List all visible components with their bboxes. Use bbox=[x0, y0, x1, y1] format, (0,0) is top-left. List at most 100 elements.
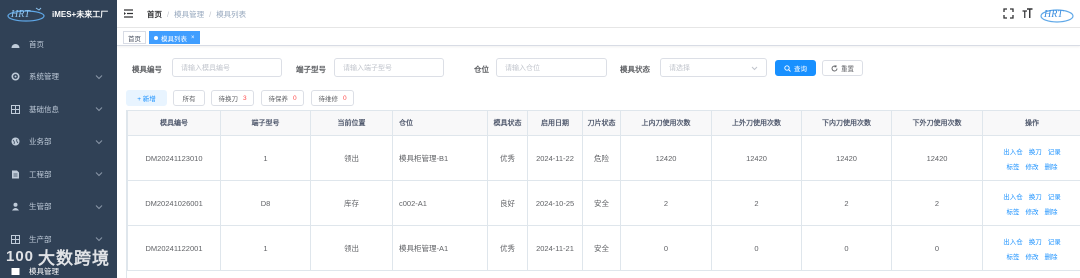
mold-no-label: 模具编号 bbox=[132, 65, 162, 74]
filter-all-label: 所有 bbox=[182, 96, 196, 103]
sidebar-item-production-control[interactable]: 生管部 bbox=[0, 191, 117, 224]
terminal-placeholder: 请输入端子型号 bbox=[343, 64, 392, 72]
breadcrumb: 首页 / 模具管理 / 模具列表 bbox=[147, 9, 246, 20]
op-change-knife-link[interactable]: 换刀 bbox=[1029, 191, 1042, 201]
svg-text:HRT: HRT bbox=[10, 9, 31, 20]
sidebar-item-label: 系统管理 bbox=[29, 72, 59, 82]
cell-date: 2024-10-25 bbox=[527, 180, 583, 226]
chevron-down-icon bbox=[95, 237, 103, 242]
globe-icon bbox=[10, 137, 20, 147]
column-header: 仓位 bbox=[392, 110, 488, 136]
mold-no-input[interactable]: 请输入模具编号 bbox=[172, 58, 282, 77]
sidebar-item-basic[interactable]: 基础信息 bbox=[0, 93, 117, 126]
cell-upper-inner: 2 bbox=[620, 180, 712, 226]
avatar-logo-text: HRT bbox=[1043, 9, 1064, 20]
column-header: 上内刀使用次数 bbox=[620, 110, 712, 136]
op-record-link[interactable]: 记录 bbox=[1048, 146, 1061, 156]
mold-no-placeholder: 请输入模具编号 bbox=[181, 64, 230, 72]
status-select[interactable]: 请选择 bbox=[660, 58, 767, 77]
breadcrumb-home[interactable]: 首页 bbox=[147, 9, 162, 20]
watermark-logo-icon: 100 bbox=[6, 248, 35, 265]
person-icon bbox=[10, 202, 20, 212]
op-delete-link[interactable]: 删除 bbox=[1045, 206, 1058, 216]
active-dot-icon bbox=[154, 35, 158, 40]
sidebar-item-home[interactable]: 首页 bbox=[0, 28, 117, 61]
column-header: 上外刀使用次数 bbox=[711, 110, 802, 136]
filter-pending-knife-button[interactable]: 待换刀 3 bbox=[211, 90, 254, 106]
tag-label: 模具列表 bbox=[161, 35, 187, 43]
avatar[interactable]: HRT bbox=[1039, 3, 1075, 25]
header: 首页 / 模具管理 / 模具列表 HRT bbox=[117, 0, 1080, 28]
column-header: 端子型号 bbox=[220, 110, 311, 136]
op-edit-link[interactable]: 修改 bbox=[1026, 206, 1039, 216]
refresh-icon bbox=[831, 64, 838, 71]
chevron-down-icon bbox=[95, 107, 103, 112]
op-edit-link[interactable]: 修改 bbox=[1026, 251, 1039, 261]
filter-pending-knife-label: 待换刀 bbox=[218, 96, 238, 103]
search-icon bbox=[784, 64, 791, 72]
app-title: iMES+未来工厂 bbox=[52, 9, 109, 19]
filter-pending-maintain-button[interactable]: 待保养 0 bbox=[261, 90, 304, 106]
op-delete-link[interactable]: 删除 bbox=[1045, 161, 1058, 171]
cell-status: 优秀 bbox=[487, 135, 528, 181]
pending-repair-count: 0 bbox=[342, 94, 347, 102]
filter-all-button[interactable]: 所有 bbox=[173, 90, 205, 106]
sidebar-item-system[interactable]: 系统管理 bbox=[0, 61, 117, 94]
add-button[interactable]: + 新增 bbox=[126, 90, 167, 106]
search-button[interactable]: 查询 bbox=[775, 60, 816, 76]
table-row: DM20241122001 1 领出 模具柜管理-A1 优秀 2024-11-2… bbox=[127, 225, 1080, 271]
dashboard-icon bbox=[10, 39, 20, 49]
tags-view: 首页 模具列表 × bbox=[117, 28, 1080, 46]
op-inout-link[interactable]: 出入仓 bbox=[1003, 191, 1023, 201]
hamburger-icon[interactable] bbox=[124, 9, 133, 18]
cell-location: c002-A1 bbox=[392, 180, 488, 226]
location-input[interactable]: 请输入仓位 bbox=[496, 58, 607, 77]
cell-terminal: D8 bbox=[220, 180, 311, 226]
reset-button[interactable]: 重置 bbox=[822, 60, 863, 76]
tag-home[interactable]: 首页 bbox=[123, 31, 146, 44]
chevron-down-icon bbox=[95, 139, 103, 144]
document-icon bbox=[10, 169, 20, 179]
location-label: 仓位 bbox=[474, 65, 489, 74]
search-button-label: 查询 bbox=[794, 66, 807, 73]
cell-blade: 安全 bbox=[582, 180, 621, 226]
cell-location: 模具柜管理-B1 bbox=[392, 135, 488, 181]
op-change-knife-link[interactable]: 换刀 bbox=[1029, 236, 1042, 246]
sidebar-item-engineering[interactable]: 工程部 bbox=[0, 158, 117, 191]
cell-status: 良好 bbox=[487, 180, 528, 226]
cell-upper-outer: 12420 bbox=[711, 135, 802, 181]
cell-mold-no: DM20241026001 bbox=[127, 180, 221, 226]
op-change-knife-link[interactable]: 换刀 bbox=[1029, 146, 1042, 156]
tag-mold-list[interactable]: 模具列表 × bbox=[149, 31, 200, 44]
font-size-icon[interactable] bbox=[1022, 8, 1033, 19]
op-label-link[interactable]: 标签 bbox=[1007, 251, 1020, 261]
op-record-link[interactable]: 记录 bbox=[1048, 191, 1061, 201]
terminal-input[interactable]: 请输入端子型号 bbox=[334, 58, 444, 77]
gear-icon bbox=[10, 72, 20, 82]
filter-pending-repair-button[interactable]: 待维修 0 bbox=[311, 90, 354, 106]
cell-date: 2024-11-21 bbox=[527, 225, 583, 271]
op-delete-link[interactable]: 删除 bbox=[1045, 251, 1058, 261]
sidebar-item-label: 首页 bbox=[29, 39, 44, 49]
op-inout-link[interactable]: 出入仓 bbox=[1003, 236, 1023, 246]
cell-upper-outer: 2 bbox=[711, 180, 802, 226]
breadcrumb-mold-management: 模具管理 bbox=[174, 10, 205, 19]
op-edit-link[interactable]: 修改 bbox=[1026, 161, 1039, 171]
op-label-link[interactable]: 标签 bbox=[1007, 161, 1020, 171]
watermark-text: 大数跨境 bbox=[38, 249, 111, 268]
op-inout-link[interactable]: 出入仓 bbox=[1003, 146, 1023, 156]
cell-lower-inner: 12420 bbox=[801, 135, 892, 181]
close-icon[interactable]: × bbox=[191, 35, 195, 41]
cell-lower-inner: 2 bbox=[801, 180, 892, 226]
tag-label: 首页 bbox=[128, 35, 141, 43]
cell-blade: 危险 bbox=[582, 135, 621, 181]
fullscreen-icon[interactable] bbox=[1003, 8, 1014, 19]
op-record-link[interactable]: 记录 bbox=[1048, 236, 1061, 246]
sidebar-item-business[interactable]: 业务部 bbox=[0, 126, 117, 159]
op-label-link[interactable]: 标签 bbox=[1007, 206, 1020, 216]
cell-position: 领出 bbox=[310, 135, 393, 181]
cell-upper-inner: 0 bbox=[620, 225, 712, 271]
chevron-down-icon bbox=[95, 172, 103, 177]
cell-status: 优秀 bbox=[487, 225, 528, 271]
grid-icon bbox=[10, 234, 20, 244]
